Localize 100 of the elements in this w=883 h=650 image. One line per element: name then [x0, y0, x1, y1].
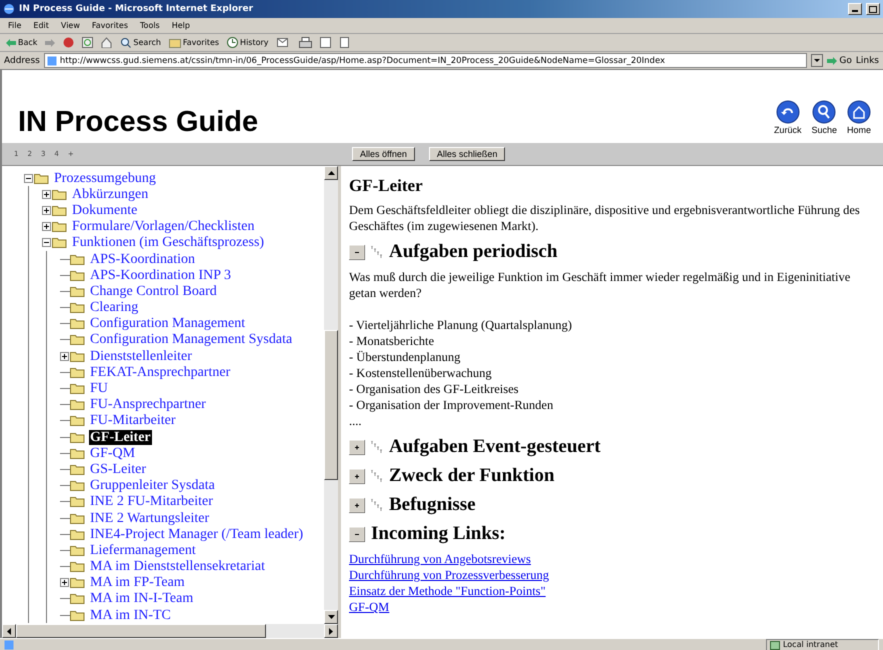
menu-item[interactable]: Favorites [92, 21, 128, 30]
folder-icon [70, 577, 85, 588]
mail-icon[interactable] [276, 37, 291, 48]
maximize-icon [869, 6, 877, 12]
minimize-button[interactable] [848, 3, 862, 15]
menu-item[interactable]: File [8, 21, 22, 30]
tree-item[interactable]: Abkürzungen [71, 186, 150, 202]
folder-icon [34, 172, 49, 184]
page-icon [46, 56, 57, 66]
list-item: - Organisation der Improvement-Runden [349, 397, 554, 413]
folder-icon [70, 432, 85, 443]
tree-item[interactable]: Change Control Board [89, 284, 218, 299]
go-button[interactable]: Go [827, 56, 852, 66]
tree-item[interactable]: APS-Koordination [89, 252, 196, 267]
favorites-button[interactable]: Favorites [168, 38, 220, 48]
address-field[interactable]: http://wwwcss.gud.siemens.at/cssin/tmn-in/06_ProcessGuide/asp/Home.asp?Document=IN_20Process_20Guide&NodeName=Glossar_20Index [44, 53, 808, 68]
printer-icon[interactable] [298, 37, 312, 48]
collapse-icon[interactable] [24, 174, 33, 183]
nav-button[interactable]: Home [846, 100, 871, 135]
expand-icon[interactable] [42, 206, 51, 215]
tree-item[interactable]: MA im FP-Team [89, 575, 186, 590]
search-icon [120, 37, 132, 48]
tree-item[interactable]: Prozessumgebung [53, 170, 157, 186]
tree-item[interactable]: MA im IN-I-Team [89, 591, 194, 606]
home-icon [846, 100, 871, 124]
expand-icon[interactable] [60, 352, 69, 361]
tree-item[interactable]: GS-Leiter [89, 462, 147, 477]
tree-item[interactable]: MA im Dienststellensekretariat [89, 559, 266, 574]
links-button[interactable]: Links [856, 56, 879, 66]
horizontal-scrollbar[interactable] [2, 624, 338, 638]
folder-icon [70, 480, 85, 492]
folder-icon [168, 38, 181, 48]
tree-item[interactable]: INE4-Project Manager (/Team leader) [89, 526, 304, 542]
expand-icon[interactable] [349, 440, 365, 454]
tree-item[interactable]: GF-QM [89, 446, 136, 461]
folder-icon [70, 383, 85, 394]
folder-icon [70, 415, 85, 426]
list-item: - Kostenstellenüberwachung [349, 365, 493, 381]
tree-item[interactable]: FU [89, 381, 109, 396]
nav-button[interactable]: Zurück [774, 100, 802, 135]
tree-item[interactable]: Liefermanagement [89, 542, 197, 558]
back-arrow-icon [6, 38, 16, 46]
tree-item[interactable]: FU-Ansprechpartner [89, 397, 207, 412]
up-arrow-icon [328, 171, 334, 175]
tree-item[interactable]: INE 2 Wartungsleiter [89, 510, 210, 526]
collapse-icon[interactable] [349, 526, 365, 542]
stop-icon[interactable] [63, 37, 74, 48]
dropdown-icon[interactable] [811, 54, 824, 67]
tree-item[interactable]: MA im IN-TC [89, 608, 172, 623]
tree-item[interactable]: FU-Mitarbeiter [89, 413, 177, 428]
menu-item[interactable]: Edit [33, 21, 49, 30]
folder-icon [70, 318, 85, 330]
tree-item[interactable]: INE 2 FU-Mitarbeiter [89, 494, 214, 510]
collapse-icon[interactable] [349, 244, 365, 260]
ellipsis-text: .... [349, 413, 362, 429]
nav-button[interactable]: Suche [811, 100, 837, 135]
link[interactable]: Einsatz der Methode "Function-Points" [349, 583, 875, 599]
link[interactable]: GF-QM [349, 599, 875, 615]
clock-icon [227, 37, 238, 48]
right-arrow-icon [329, 628, 333, 634]
tree-item[interactable]: Dienststellenleiter [89, 348, 193, 364]
vertical-scrollbar[interactable] [324, 166, 338, 624]
edit-icon[interactable] [320, 37, 331, 48]
search-button[interactable]: Search [120, 37, 161, 48]
tree-item[interactable]: Dokumente [71, 202, 138, 218]
expand-icon[interactable] [349, 498, 365, 512]
tree-item[interactable]: Formulare/Vorlagen/Checklisten [71, 219, 256, 234]
menu-item[interactable]: Tools [140, 21, 160, 30]
expand-icon[interactable] [349, 468, 365, 484]
tree-item[interactable]: GF-Leiter [89, 430, 152, 445]
levels-icon [371, 470, 383, 482]
page-icon [4, 640, 14, 650]
maximize-button[interactable] [866, 3, 880, 15]
toggle-all-button[interactable]: Alles schließen [428, 147, 506, 161]
link[interactable]: Durchführung von Angebotsreviews [349, 551, 875, 567]
section-heading: Befugnisse [389, 494, 476, 516]
folder-icon [70, 496, 85, 508]
history-button[interactable]: History [227, 37, 269, 48]
document-icon[interactable] [338, 37, 350, 48]
menu-item[interactable]: Help [172, 21, 190, 30]
tree-item[interactable]: Funktionen (im Geschäftsprozess) [71, 235, 266, 250]
tree-item[interactable]: Clearing [89, 300, 140, 316]
home-icon[interactable] [101, 37, 112, 48]
tree-item[interactable]: Configuration Management Sysdata [89, 332, 294, 348]
link[interactable]: Durchführung von Prozessverbesserung [349, 567, 875, 583]
expand-icon[interactable] [60, 578, 69, 588]
expand-icon[interactable] [42, 190, 51, 199]
levels-icon [371, 499, 383, 511]
folder-icon [70, 286, 85, 297]
toggle-all-button[interactable]: Alles öffnen [352, 147, 415, 161]
tree-item[interactable]: APS-Koordination INP 3 [89, 268, 232, 283]
tree-item[interactable]: Configuration Management [89, 316, 246, 332]
tree-item[interactable]: FEKAT-Ansprechpartner [89, 364, 232, 380]
collapse-icon[interactable] [42, 238, 51, 248]
refresh-icon[interactable] [82, 37, 94, 48]
expand-icon[interactable] [42, 222, 51, 232]
folder-icon [70, 399, 85, 410]
menu-item[interactable]: View [60, 21, 80, 30]
back-button[interactable]: Back [6, 38, 38, 47]
tree-item[interactable]: Gruppenleiter Sysdata [89, 478, 216, 494]
